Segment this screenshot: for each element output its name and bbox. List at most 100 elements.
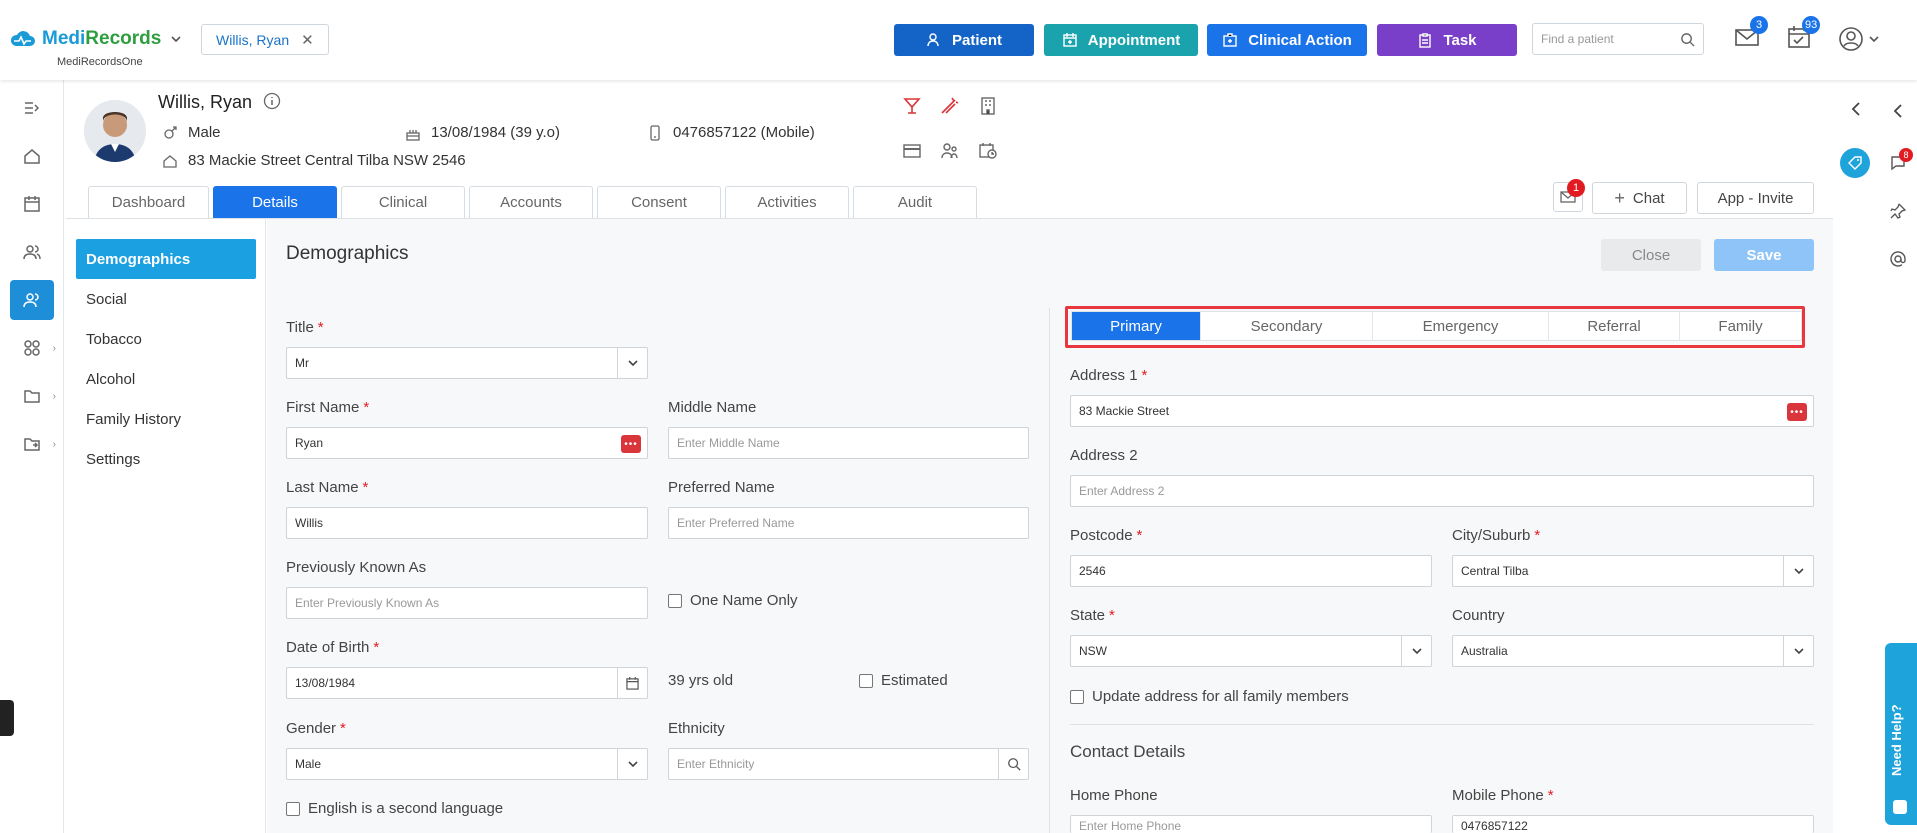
folder-icon[interactable]: › [10, 376, 56, 416]
middle-name-field[interactable] [668, 427, 1029, 459]
address1-field[interactable]: 83 Mackie Street ••• [1070, 395, 1814, 427]
one-name-only-checkbox[interactable]: One Name Only [668, 592, 798, 609]
patient-button[interactable]: Patient [894, 24, 1034, 56]
notification-icon[interactable]: 8 [1889, 148, 1913, 175]
info-icon[interactable] [263, 92, 281, 110]
more-options-icon[interactable]: ••• [1787, 403, 1807, 421]
chevron-down-icon[interactable] [170, 32, 182, 48]
address2-input[interactable] [1079, 484, 1805, 498]
address2-field[interactable] [1070, 475, 1814, 507]
side-handle-icon[interactable] [0, 700, 14, 736]
home-phone-input[interactable] [1079, 819, 1423, 833]
mail-icon[interactable]: 3 [1734, 16, 1768, 54]
collapse-sidebar-icon[interactable] [1889, 102, 1907, 123]
chat-button[interactable]: + Chat [1592, 182, 1687, 214]
title-select[interactable]: Mr [286, 347, 648, 379]
update-family-address-checkbox[interactable]: Update address for all family members [1070, 688, 1349, 705]
chevron-left-icon[interactable] [1847, 100, 1865, 121]
app-invite-button[interactable]: App - Invite [1697, 182, 1814, 214]
state-select[interactable]: NSW [1070, 635, 1432, 667]
mobile-phone-field[interactable]: 0476857122 [1452, 815, 1814, 833]
english-second-language-checkbox[interactable]: English is a second language [286, 800, 503, 817]
preferred-name-field[interactable] [668, 507, 1029, 539]
checkbox-box[interactable] [668, 593, 682, 608]
chevron-down-icon[interactable] [617, 348, 647, 378]
checkbox-box[interactable] [286, 801, 300, 816]
chevron-down-icon[interactable] [1783, 556, 1813, 586]
tab-dashboard[interactable]: Dashboard [88, 186, 209, 218]
tab-accounts[interactable]: Accounts [469, 186, 593, 218]
estimated-checkbox[interactable]: Estimated [859, 672, 948, 689]
pin-icon[interactable] [1889, 202, 1907, 223]
state-value: NSW [1079, 644, 1107, 658]
city-select[interactable]: Central Tilba [1452, 555, 1814, 587]
smoking-icon[interactable] [940, 96, 960, 116]
chevron-down-icon[interactable] [617, 749, 647, 779]
family-icon[interactable] [940, 141, 960, 161]
expand-menu-icon[interactable] [10, 88, 54, 128]
checkbox-box[interactable] [1070, 689, 1084, 704]
middle-name-input[interactable] [677, 436, 1020, 450]
tab-audit[interactable]: Audit [853, 186, 977, 218]
user-menu[interactable] [1838, 24, 1884, 54]
subnav-demographics[interactable]: Demographics [76, 239, 256, 279]
close-button[interactable]: Close [1601, 239, 1701, 271]
patient-icon[interactable] [10, 280, 54, 320]
subnav-family-history[interactable]: Family History [76, 399, 256, 439]
gender-select[interactable]: Male [286, 748, 648, 780]
search-icon[interactable] [1680, 32, 1695, 47]
address1-value: 83 Mackie Street [1079, 404, 1170, 418]
chevron-down-icon[interactable] [1783, 636, 1813, 666]
subnav-tobacco[interactable]: Tobacco [76, 319, 256, 359]
notification-badge: 8 [1899, 148, 1913, 162]
close-icon[interactable]: ✕ [301, 31, 314, 49]
postcode-field[interactable]: 2546 [1070, 555, 1432, 587]
first-name-field[interactable]: Ryan ••• [286, 427, 648, 459]
patient-search-input[interactable] [1541, 32, 1671, 46]
checkbox-box[interactable] [859, 673, 873, 688]
app-logo[interactable]: MediRecords [10, 28, 161, 50]
patient-search[interactable] [1532, 23, 1704, 55]
country-select[interactable]: Australia [1452, 635, 1814, 667]
save-button[interactable]: Save [1714, 239, 1814, 271]
building-icon[interactable] [978, 96, 998, 116]
subnav-settings[interactable]: Settings [76, 439, 256, 479]
tab-consent[interactable]: Consent [597, 186, 721, 218]
subnav-alcohol[interactable]: Alcohol [76, 359, 256, 399]
logo-subtitle: MediRecordsOne [57, 56, 143, 68]
modules-icon[interactable]: › [10, 328, 56, 368]
previously-known-input[interactable] [295, 596, 639, 610]
patients-group-icon[interactable] [10, 232, 54, 272]
clinical-action-button[interactable]: Clinical Action [1207, 24, 1367, 56]
calendar-icon[interactable] [10, 184, 54, 224]
appointment-button[interactable]: Appointment [1044, 24, 1198, 56]
preferred-name-input[interactable] [677, 516, 1020, 530]
previously-known-field[interactable] [286, 587, 648, 619]
task-button[interactable]: Task [1377, 24, 1517, 56]
last-name-field[interactable]: Willis [286, 507, 648, 539]
tab-activities[interactable]: Activities [725, 186, 849, 218]
open-patient-tab[interactable]: Willis, Ryan ✕ [201, 24, 329, 55]
subnav-social[interactable]: Social [76, 279, 256, 319]
address1-label: Address 1 * [1070, 367, 1148, 384]
more-options-icon[interactable]: ••• [621, 435, 641, 453]
home-icon[interactable] [10, 136, 54, 176]
tab-details[interactable]: Details [213, 186, 337, 218]
tab-clinical[interactable]: Clinical [341, 186, 465, 218]
search-icon[interactable] [998, 749, 1028, 779]
chevron-down-icon[interactable] [1401, 636, 1431, 666]
folder-share-icon[interactable]: › [10, 424, 56, 464]
first-name-value: Ryan [295, 436, 324, 450]
calendar-icon[interactable] [617, 668, 647, 698]
ethnicity-field[interactable] [668, 748, 1029, 780]
alcohol-icon[interactable] [902, 96, 922, 116]
credit-card-icon[interactable] [902, 141, 922, 161]
mention-icon[interactable] [1889, 250, 1907, 271]
age-text: 39 yrs old [668, 672, 734, 689]
tasks-icon[interactable]: 93 [1786, 16, 1821, 54]
dob-field[interactable]: 13/08/1984 [286, 667, 648, 699]
home-phone-field[interactable] [1070, 815, 1432, 833]
ethnicity-input[interactable] [677, 757, 1020, 771]
tag-icon[interactable] [1840, 148, 1870, 178]
calendar-clock-icon[interactable] [978, 141, 998, 161]
